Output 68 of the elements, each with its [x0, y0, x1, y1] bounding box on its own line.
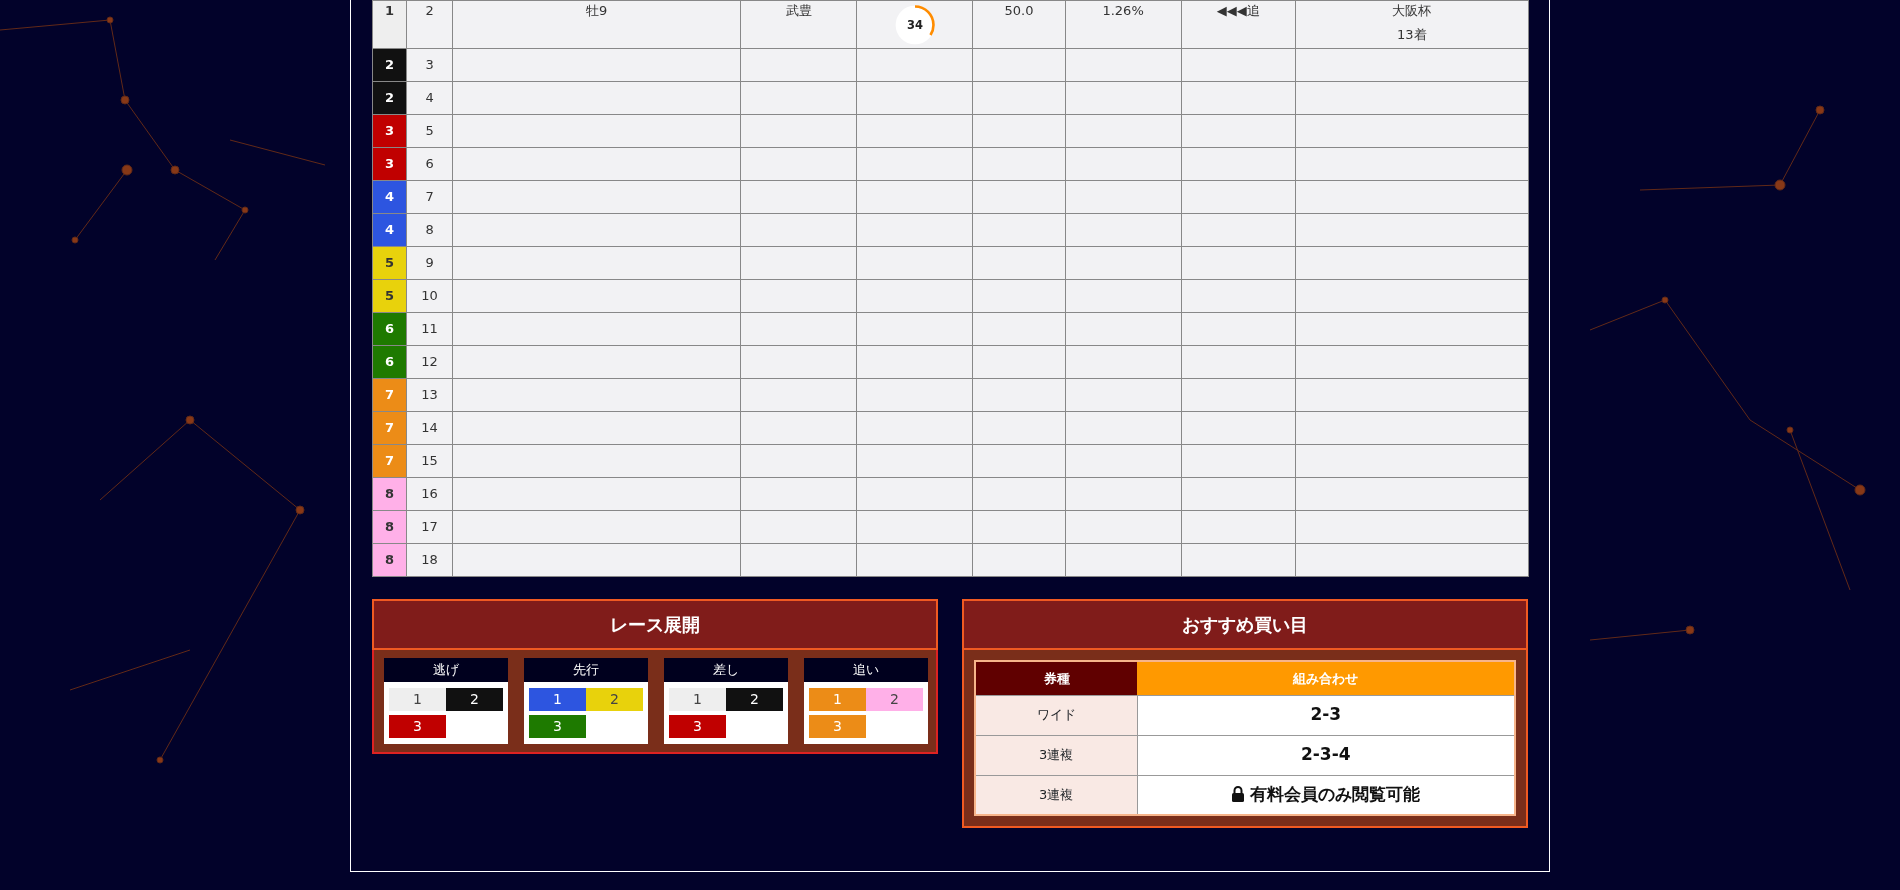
frame-number-cell: 7: [372, 378, 407, 412]
frame-number-cell: 6: [372, 312, 407, 346]
frame-number-cell: 3: [372, 114, 407, 148]
horse-number-cell: 2: [406, 0, 453, 49]
bet-type-cell: 3連複: [975, 735, 1137, 775]
column-header: 組み合わせ: [1137, 661, 1515, 695]
horse-number-cell: 5: [406, 114, 453, 148]
horse-number-cell: 14: [406, 411, 453, 445]
horse-number-cell: 3: [406, 48, 453, 82]
horse-number-chip: 2: [726, 687, 783, 711]
horse-number-cell: 6: [406, 147, 453, 181]
horse-number-chip: 1: [529, 687, 586, 711]
horse-number-cell: 17: [406, 510, 453, 544]
horse-number-cell: 16: [406, 477, 453, 511]
pace-group-header: 逃げ: [384, 658, 508, 682]
frame-number-cell: 8: [372, 543, 407, 577]
frame-number-cell: 2: [372, 48, 407, 82]
horse-number-cell: 10: [406, 279, 453, 313]
horse-number-chip: 1: [389, 687, 446, 711]
horse-info-text: 牡9: [586, 2, 608, 20]
jockey-name: 武豊: [785, 2, 812, 20]
running-style-text: ◀◀◀追: [1216, 2, 1260, 20]
combination-cell: 2-3-4: [1137, 735, 1515, 775]
bet-type-cell: ワイド: [975, 695, 1137, 735]
frame-number-cell: 4: [372, 180, 407, 214]
horse-number-chip: 2: [586, 687, 643, 711]
horse-number-chip: 3: [809, 714, 866, 738]
frame-number-cell: 6: [372, 345, 407, 379]
horse-number-chip: 2: [866, 687, 923, 711]
horse-number-cell: 7: [406, 180, 453, 214]
horse-number-cell: 11: [406, 312, 453, 346]
panel-title: レース展開: [372, 599, 938, 650]
horse-number-cell: 15: [406, 444, 453, 478]
panel-title: おすすめ買い目: [962, 599, 1528, 650]
combination-cell: 2-3: [1137, 695, 1515, 735]
horse-number-cell: 4: [406, 81, 453, 115]
frame-number-cell: 8: [372, 477, 407, 511]
horse-number-chip: 3: [389, 714, 446, 738]
combination-cell: 有料会員のみ閲覧可能: [1137, 775, 1515, 815]
race-name: 大阪杯: [1392, 2, 1432, 20]
horse-number-cell: 9: [406, 246, 453, 280]
lock-icon: [1231, 786, 1246, 802]
horse-number-chip: 1: [809, 687, 866, 711]
pace-group-header: 差し: [664, 658, 788, 682]
weight-text: 50.0: [1004, 2, 1034, 20]
horse-number-cell: 13: [406, 378, 453, 412]
frame-number-cell: 3: [372, 147, 407, 181]
pace-group-header: 追い: [804, 658, 928, 682]
horse-number-cell: 12: [406, 345, 453, 379]
rate-text: 1.26%: [1102, 2, 1144, 20]
frame-number-cell: 2: [372, 81, 407, 115]
frame-number-cell: 7: [372, 444, 407, 478]
frame-number-cell: 8: [372, 510, 407, 544]
horse-number-chip: 2: [446, 687, 503, 711]
frame-number-cell: 7: [372, 411, 407, 445]
bet-type-cell: 3連複: [975, 775, 1137, 815]
column-header: 券種: [975, 661, 1137, 695]
frame-number-cell: 5: [372, 246, 407, 280]
race-result: 13着: [1397, 25, 1427, 44]
horse-number-chip: 1: [669, 687, 726, 711]
frame-number-cell: 1: [372, 0, 407, 49]
horse-number-chip: 3: [529, 714, 586, 738]
frame-number-cell: 4: [372, 213, 407, 247]
horse-number-cell: 8: [406, 213, 453, 247]
pace-group-header: 先行: [524, 658, 648, 682]
frame-number-cell: 5: [372, 279, 407, 313]
horse-number-chip: 3: [669, 714, 726, 738]
horse-number-cell: 18: [406, 543, 453, 577]
